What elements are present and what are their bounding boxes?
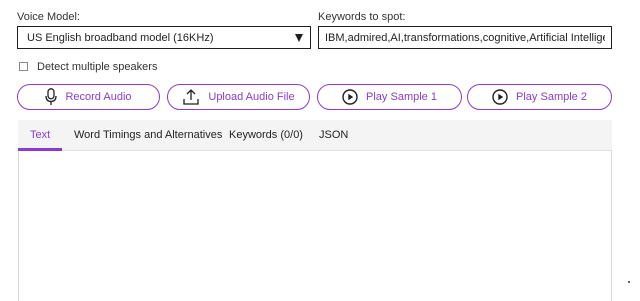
tab-text[interactable]: Text [30, 120, 50, 150]
record-audio-label: Record Audio [65, 91, 132, 103]
microphone-icon [45, 88, 58, 105]
play-circle-icon [342, 89, 358, 105]
upload-icon [183, 89, 200, 105]
output-tabs: Text Word Timings and Alternatives Keywo… [18, 120, 612, 151]
voice-model-select[interactable]: US English broadband model (16KHz) [17, 26, 311, 49]
dropdown-caret-icon[interactable] [295, 34, 303, 42]
transcript-output-area[interactable] [18, 151, 612, 301]
play-sample-2-button[interactable]: Play Sample 2 [467, 84, 612, 110]
keywords-label: Keywords to spot: [318, 11, 406, 23]
play-sample-1-button[interactable]: Play Sample 1 [317, 84, 462, 110]
voice-model-label: Voice Model: [17, 11, 80, 23]
corner-dot [628, 281, 630, 283]
detect-speakers-label: Detect multiple speakers [37, 61, 158, 73]
play-sample-2-label: Play Sample 2 [516, 91, 587, 103]
voice-model-selected-value: US English broadband model (16KHz) [27, 31, 214, 44]
upload-audio-button[interactable]: Upload Audio File [167, 84, 310, 110]
play-sample-1-label: Play Sample 1 [366, 91, 437, 103]
play-circle-icon [492, 89, 508, 105]
tab-json[interactable]: JSON [319, 120, 348, 150]
keywords-input[interactable] [318, 26, 612, 49]
upload-audio-label: Upload Audio File [208, 91, 295, 103]
detect-speakers-checkbox[interactable] [19, 62, 28, 71]
tab-keywords[interactable]: Keywords (0/0) [229, 120, 303, 150]
tab-word-timings[interactable]: Word Timings and Alternatives [74, 120, 222, 150]
record-audio-button[interactable]: Record Audio [17, 84, 160, 110]
